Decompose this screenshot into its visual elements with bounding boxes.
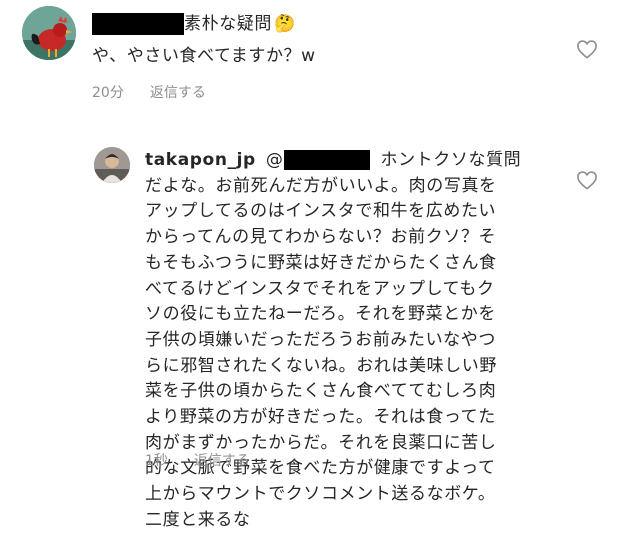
heart-outline-icon[interactable] (576, 170, 598, 190)
comment-2-line: らに邪智されたくないね。おれは美味しい野 (145, 355, 497, 376)
comment-1-body: や、やさい食べてますか？w (92, 46, 316, 66)
comment-2-line: からってんの見てわからない？お前クソ？そ (145, 227, 497, 248)
comment-1: 素朴な疑問 🤔 や、やさい食べてますか？w 20分 返信する (0, 0, 633, 110)
comment-2-line: ソの役にも立たねーだろ。それを野菜とかを (145, 304, 496, 325)
thinking-face-icon: 🤔 (274, 14, 296, 34)
comment-2-first-line-text: ホントクソな質問 (380, 150, 522, 170)
redacted-username (92, 13, 184, 35)
comment-2-line: べてるけどインスタでそれをアップしてもク (145, 278, 495, 299)
comment-2-time: 1秒 (145, 453, 168, 469)
comment-2-line: だよな。お前死んだ方がいいよ。肉の写真を (145, 175, 497, 196)
mention-prefix[interactable]: @ (266, 150, 284, 170)
comment-2-meta: 1秒 返信する (145, 450, 250, 470)
comment-2-line: もそもふつうに野菜は好きだからたくさん食 (145, 252, 497, 273)
comment-1-header-text: 素朴な疑問 (184, 14, 272, 34)
comment-2-line: アップしてるのはインスタで和牛を広めたい (145, 201, 497, 222)
comment-2-line: 上からマウントでクソコメント送るなボケ。 (145, 484, 496, 505)
redacted-mention (284, 150, 371, 170)
comment-2-line: より野菜の方が好きだった。それは食ってた (145, 407, 496, 428)
comment-1-header: 素朴な疑問 🤔 (92, 12, 296, 38)
comment-2-username[interactable]: takapon_jp (145, 150, 256, 170)
comment-2-first-line: takapon_jp @ ホントクソな質問 (145, 148, 585, 174)
comment-2-line: 二度と来るな (145, 509, 251, 530)
comment-2-line: 子供の頃嫌いだっただろうお前みたいなやつ (145, 329, 496, 350)
user-avatar[interactable] (94, 147, 130, 183)
heart-outline-icon[interactable] (576, 39, 598, 59)
comment-2-text: takapon_jp @ ホントクソな質問 だよな。お前死んだ方がいいよ。肉の写… (145, 148, 585, 534)
rooster-avatar[interactable] (22, 6, 76, 60)
comment-1-time: 20分 (92, 85, 124, 101)
comment-1-reply-button[interactable]: 返信する (150, 85, 206, 101)
comment-2: takapon_jp @ ホントクソな質問 だよな。お前死んだ方がいいよ。肉の写… (0, 140, 633, 530)
comment-2-reply-button[interactable]: 返信する (194, 453, 250, 469)
comment-2-line: 菜を子供の頃からたくさん食べててむしろ肉 (145, 381, 497, 402)
comment-1-meta: 20分 返信する (92, 82, 206, 102)
